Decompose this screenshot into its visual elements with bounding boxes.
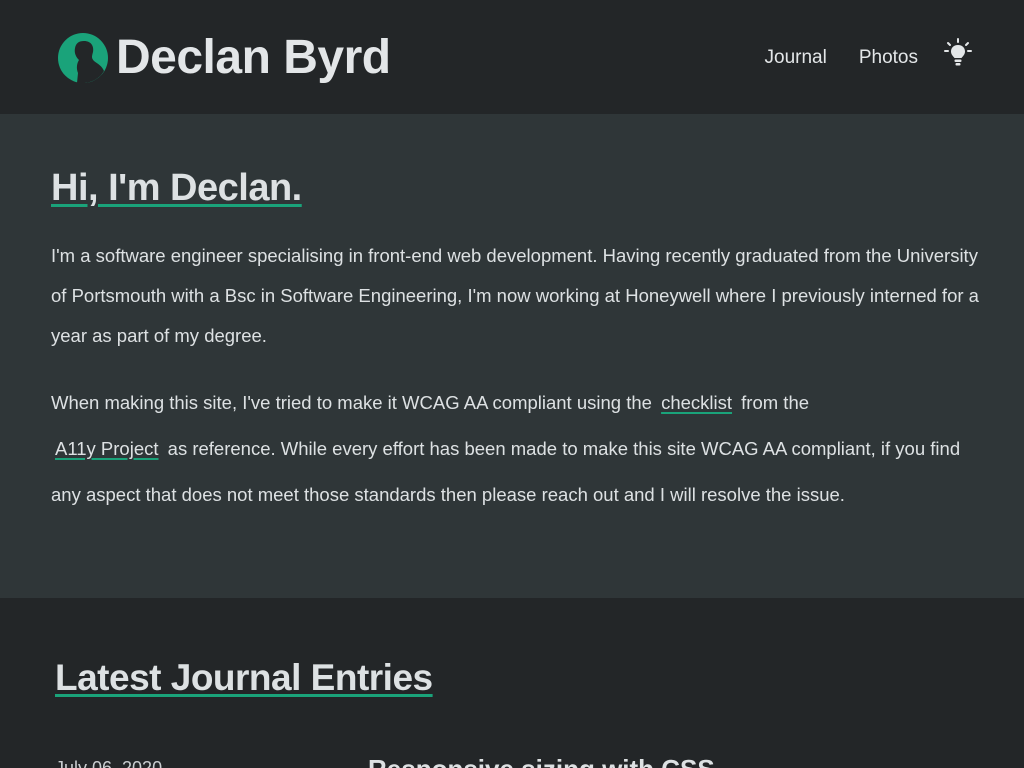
- accessibility-text-between: from the: [741, 392, 810, 413]
- nav-journal-link[interactable]: Journal: [765, 46, 827, 70]
- checklist-link[interactable]: checklist: [661, 392, 732, 413]
- accessibility-text-before: When making this site, I've tried to mak…: [51, 392, 652, 413]
- main-nav: Journal Photos: [733, 38, 972, 70]
- journal-entry-title[interactable]: Responsive sizing with CSS: [368, 754, 715, 768]
- journal-entry-date: July 06, 2020: [55, 758, 163, 768]
- nav-photos-link[interactable]: Photos: [859, 46, 918, 70]
- intro-heading: Hi, I'm Declan.: [51, 167, 302, 209]
- person-silhouette-icon: [58, 33, 108, 83]
- accessibility-text-after: as reference. While every effort has bee…: [51, 438, 961, 505]
- lightbulb-icon[interactable]: [944, 38, 972, 68]
- home-link[interactable]: Declan Byrd: [58, 31, 391, 85]
- intro-paragraph-bio: I'm a software engineer specialising in …: [51, 245, 979, 346]
- site-header: Declan Byrd Journal Photos: [0, 0, 1024, 114]
- intro-section: Hi, I'm Declan. I'm a software engineer …: [0, 114, 1024, 598]
- journal-heading: Latest Journal Entries: [55, 657, 433, 698]
- journal-section: Latest Journal Entries July 06, 2020 Res…: [0, 598, 1024, 768]
- site-name: Declan Byrd: [116, 31, 391, 84]
- intro-paragraph-accessibility: When making this site, I've tried to mak…: [51, 380, 981, 518]
- a11y-project-link[interactable]: A11y Project: [55, 438, 159, 459]
